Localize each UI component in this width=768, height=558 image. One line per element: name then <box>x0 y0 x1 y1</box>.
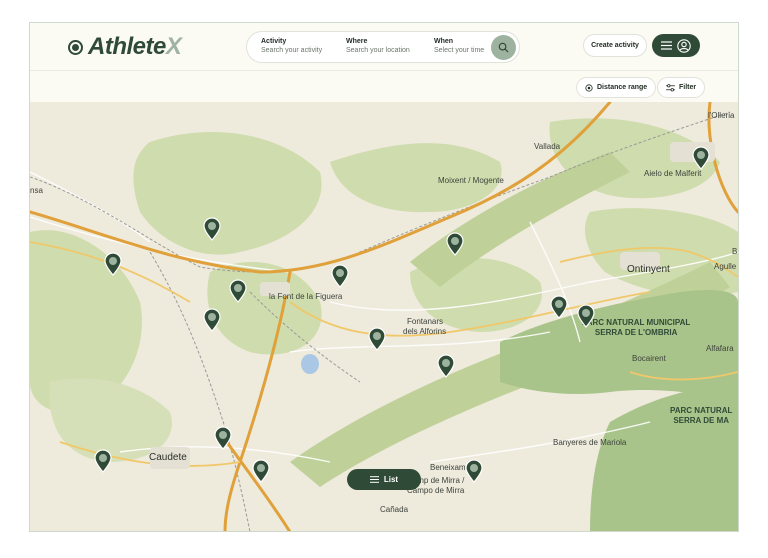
top-header: AthleteX Activity Search your activity W… <box>30 23 738 70</box>
place-label: Agulle <box>714 262 737 271</box>
app-frame: AthleteX Activity Search your activity W… <box>29 22 739 532</box>
list-view-button[interactable]: List <box>347 469 421 490</box>
map-base <box>30 102 738 531</box>
search-bar: Activity Search your activity Where Sear… <box>246 31 520 63</box>
activity-pin[interactable] <box>437 354 455 378</box>
search-button[interactable] <box>491 35 516 60</box>
activity-pin[interactable] <box>577 304 595 328</box>
place-label: Vallada <box>534 142 561 151</box>
activity-pin[interactable] <box>692 146 710 170</box>
activity-pin[interactable] <box>252 459 270 483</box>
location-target-icon <box>585 83 593 92</box>
activity-pin[interactable] <box>465 459 483 483</box>
place-label: Cañada <box>380 505 409 514</box>
where-field-title: Where <box>346 38 368 45</box>
activity-pin[interactable] <box>368 327 386 351</box>
search-icon <box>498 42 509 53</box>
hamburger-icon <box>660 41 672 50</box>
place-label: Moixent / Mogente <box>438 176 504 185</box>
activity-pin[interactable] <box>229 279 247 303</box>
logo-mark-icon <box>68 39 83 55</box>
distance-range-button[interactable]: Distance range <box>576 77 657 98</box>
activity-pin[interactable] <box>203 217 221 241</box>
when-field-placeholder: Select your time <box>434 47 485 54</box>
list-icon <box>369 476 379 483</box>
park-label: PARC NATURAL SERRA DE MA <box>670 406 733 425</box>
place-label: Ontinyent <box>627 264 670 275</box>
when-field[interactable]: When Select your time <box>434 38 484 54</box>
account-menu-button[interactable] <box>652 34 700 57</box>
place-label: Bocairent <box>632 354 666 363</box>
sliders-icon <box>666 83 675 91</box>
activity-pin[interactable] <box>446 232 464 256</box>
place-label: Alfafara <box>706 344 734 353</box>
place-label: l'Olleria <box>708 111 735 120</box>
list-view-label: List <box>383 475 399 484</box>
place-label: Banyeres de Mariola <box>553 438 627 447</box>
activity-pin[interactable] <box>550 295 568 319</box>
activity-field-title: Activity <box>261 38 287 45</box>
filter-label: Filter <box>679 84 697 91</box>
place-label: dels Alforins <box>403 327 447 336</box>
place-label: B <box>732 247 738 256</box>
distance-range-label: Distance range <box>597 84 648 91</box>
park-label: PARC NATURAL MUNICIPAL SERRA DE L'OMBRIA <box>582 318 691 337</box>
activity-pin[interactable] <box>94 449 112 473</box>
logo[interactable]: AthleteX <box>68 33 182 61</box>
place-label: la Font de la Figuera <box>269 292 343 301</box>
when-field-title: When <box>434 38 454 45</box>
activity-pin[interactable] <box>331 264 349 288</box>
activity-map[interactable]: l'Olleria Vallada Moixent / Mogente Aiel… <box>30 102 738 531</box>
filter-bar: Distance range Filter <box>30 70 738 102</box>
filter-button[interactable]: Filter <box>657 77 706 98</box>
user-avatar-icon <box>677 38 691 53</box>
activity-pin[interactable] <box>104 252 122 276</box>
activity-field[interactable]: Activity Search your activity <box>261 38 322 54</box>
activity-pin[interactable] <box>203 308 221 332</box>
activity-field-placeholder: Search your activity <box>261 47 323 54</box>
logo-text: AthleteX <box>88 33 182 60</box>
activity-pin[interactable] <box>214 426 232 450</box>
place-label: Caudete <box>149 452 187 463</box>
place-label: nsa <box>30 186 43 195</box>
place-label: Aielo de Malferit <box>644 169 702 178</box>
where-field-placeholder: Search your location <box>346 47 410 54</box>
create-activity-button[interactable]: Create activity <box>583 34 647 57</box>
where-field[interactable]: Where Search your location <box>346 38 410 54</box>
place-label: Fontanars <box>407 317 444 326</box>
